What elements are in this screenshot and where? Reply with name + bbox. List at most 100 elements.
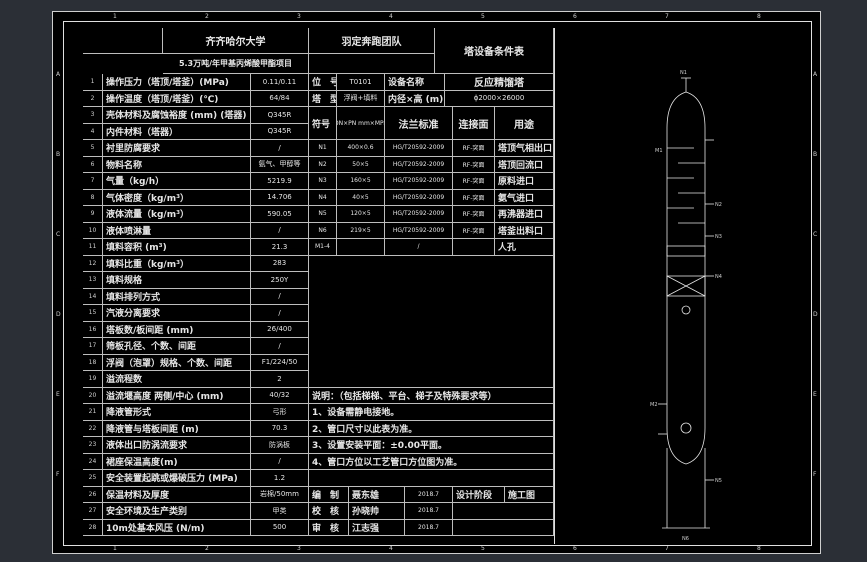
row-name: 10m处基本风压 (N/m) xyxy=(103,519,251,536)
sheet-title: 塔设备条件表 xyxy=(435,28,554,74)
diameter-value: ϕ2000×26000 xyxy=(445,90,554,107)
ruler-col-label: 3 xyxy=(297,545,301,552)
row-number: 19 xyxy=(83,371,103,388)
row-number: 26 xyxy=(83,486,103,503)
nozzle-standard: HG/T20592-2009 xyxy=(385,189,453,206)
row-name: 操作温度（塔顶/塔釜）(℃) xyxy=(103,90,251,107)
row-number: 5 xyxy=(83,140,103,157)
ruler-col-label: 1 xyxy=(113,13,117,20)
ruler-col-label: 4 xyxy=(389,545,393,552)
signoff-label: 编 制 xyxy=(309,486,349,503)
row-value: Q345R xyxy=(251,123,309,140)
row-value: 64/84 xyxy=(251,90,309,107)
type-value: 浮阀+填料 xyxy=(337,90,385,107)
nozzle-size: 400×0.6 xyxy=(337,140,385,157)
nozzle-symbol: N2 xyxy=(309,156,337,173)
ruler-row-label: E xyxy=(813,391,817,398)
nozzle-size xyxy=(337,239,385,256)
nozzle-size-header: DN×PN mm×MPa xyxy=(337,107,385,140)
row-number: 11 xyxy=(83,239,103,256)
manhole-2 xyxy=(680,422,692,434)
row-name: 衬里防腐要求 xyxy=(103,140,251,157)
notes-title: 说明：（包括梯梯、平台、梯子及特殊要求等） xyxy=(309,387,554,404)
row-number: 21 xyxy=(83,404,103,421)
signoff-label: 校 核 xyxy=(309,503,349,520)
nozzle-connection: RF-突面 xyxy=(453,206,495,223)
row-name: 浮阀（泡罩）规格、个数、间距 xyxy=(103,354,251,371)
row-number: 10 xyxy=(83,222,103,239)
nozzle-symbol: N4 xyxy=(309,189,337,206)
ruler-row-label: D xyxy=(813,311,818,318)
row-value: 甲类 xyxy=(251,503,309,520)
nozzle-connection: RF-突面 xyxy=(453,156,495,173)
nozzle-purpose: 再沸器进口 xyxy=(495,206,554,223)
note-1: 1、设备需静电接地。 xyxy=(309,404,554,421)
row-name: 填料排列方式 xyxy=(103,288,251,305)
signoff-blank xyxy=(453,519,554,536)
nozzle-standard-header: 法兰标准 xyxy=(385,107,453,140)
row-value: 250Y xyxy=(251,272,309,289)
manhole-1 xyxy=(681,305,691,315)
row-number: 24 xyxy=(83,453,103,470)
note-2: 2、管口尺寸以此表为准。 xyxy=(309,420,554,437)
row-value: Q345R xyxy=(251,107,309,124)
design-stage-value: 施工图 xyxy=(505,486,554,503)
ruler-row-label: E xyxy=(56,391,60,398)
row-name: 气量（kg/h） xyxy=(103,173,251,190)
nozzle-symbol: N5 xyxy=(309,206,337,223)
ruler-col-label: 1 xyxy=(113,545,117,552)
signoff-date: 2018.7 xyxy=(405,503,453,520)
equip-name-value: 反应精馏塔 xyxy=(445,74,554,91)
row-value: 40/32 xyxy=(251,387,309,404)
notes-blank xyxy=(309,470,554,487)
row-number: 2 xyxy=(83,90,103,107)
label-m2: M2 xyxy=(650,402,658,408)
column-diagram: N1 M1 N2 N3 N4 M2 N5 N6 xyxy=(650,70,722,542)
nozzle-connection: RF-突面 xyxy=(453,189,495,206)
nozzle-connection: RF-突面 xyxy=(453,222,495,239)
condition-table: 齐齐哈尔大学 5.3万吨/年甲基丙烯酸甲酯项目 羽定奔跑团队 塔设备条件表 1操… xyxy=(83,28,555,544)
type-label: 塔 型 xyxy=(309,90,337,107)
row-value: 岩棉/50mm xyxy=(251,486,309,503)
team-name: 羽定奔跑团队 xyxy=(309,28,435,54)
label-n3: N3 xyxy=(715,234,722,240)
row-value: 0.11/0.11 xyxy=(251,74,309,91)
nozzle-symbol: N1 xyxy=(309,140,337,157)
label-n6: N6 xyxy=(682,536,689,542)
row-value: / xyxy=(251,338,309,355)
note-4: 4、管口方位以工艺管口方位图为准。 xyxy=(309,453,554,470)
ruler-col-label: 7 xyxy=(665,545,669,552)
ruler-col-label: 8 xyxy=(757,13,761,20)
row-number: 1 xyxy=(83,74,103,91)
row-name: 液体流量（kg/m³） xyxy=(103,206,251,223)
left-ruler: A B C D E F xyxy=(53,21,63,544)
row-name: 塔板数/板间距 (mm) xyxy=(103,321,251,338)
ruler-col-label: 2 xyxy=(205,13,209,20)
nozzle-connection: RF-突面 xyxy=(453,173,495,190)
row-name: 降液管形式 xyxy=(103,404,251,421)
row-value: 70.3 xyxy=(251,420,309,437)
position-label: 位 号 xyxy=(309,74,337,91)
row-name: 液体喷淋量 xyxy=(103,222,251,239)
label-m1: M1 xyxy=(655,148,663,154)
row-name: 保温材料及厚度 xyxy=(103,486,251,503)
row-number: 28 xyxy=(83,519,103,536)
nozzle-standard: HG/T20592-2009 xyxy=(385,156,453,173)
row-name: 溢流堰高度 两侧/中心 (mm) xyxy=(103,387,251,404)
row-name: 溢流程数 xyxy=(103,371,251,388)
nozzle-purpose: 塔顶气相出口 xyxy=(495,140,554,157)
note-3: 3、设置安装平面：±0.00平面。 xyxy=(309,437,554,454)
row-name: 筛板孔径、个数、间距 xyxy=(103,338,251,355)
nozzle-purpose: 氨气进口 xyxy=(495,189,554,206)
label-n5: N5 xyxy=(715,478,722,484)
nozzle-size: 50×5 xyxy=(337,156,385,173)
drawing-sheet: 12345678 12345678 ABCDEF ABCDEF 齐齐哈尔大学 5… xyxy=(52,11,821,554)
row-name: 裙座保温高度(m) xyxy=(103,453,251,470)
row-number: 3 xyxy=(83,107,103,124)
row-value: / xyxy=(251,288,309,305)
ruler-row-label: A xyxy=(813,71,818,78)
row-number: 14 xyxy=(83,288,103,305)
ruler-col-label: 3 xyxy=(297,13,301,20)
nozzle-standard: HG/T20592-2009 xyxy=(385,140,453,157)
row-name: 安全环境及生产类别 xyxy=(103,503,251,520)
